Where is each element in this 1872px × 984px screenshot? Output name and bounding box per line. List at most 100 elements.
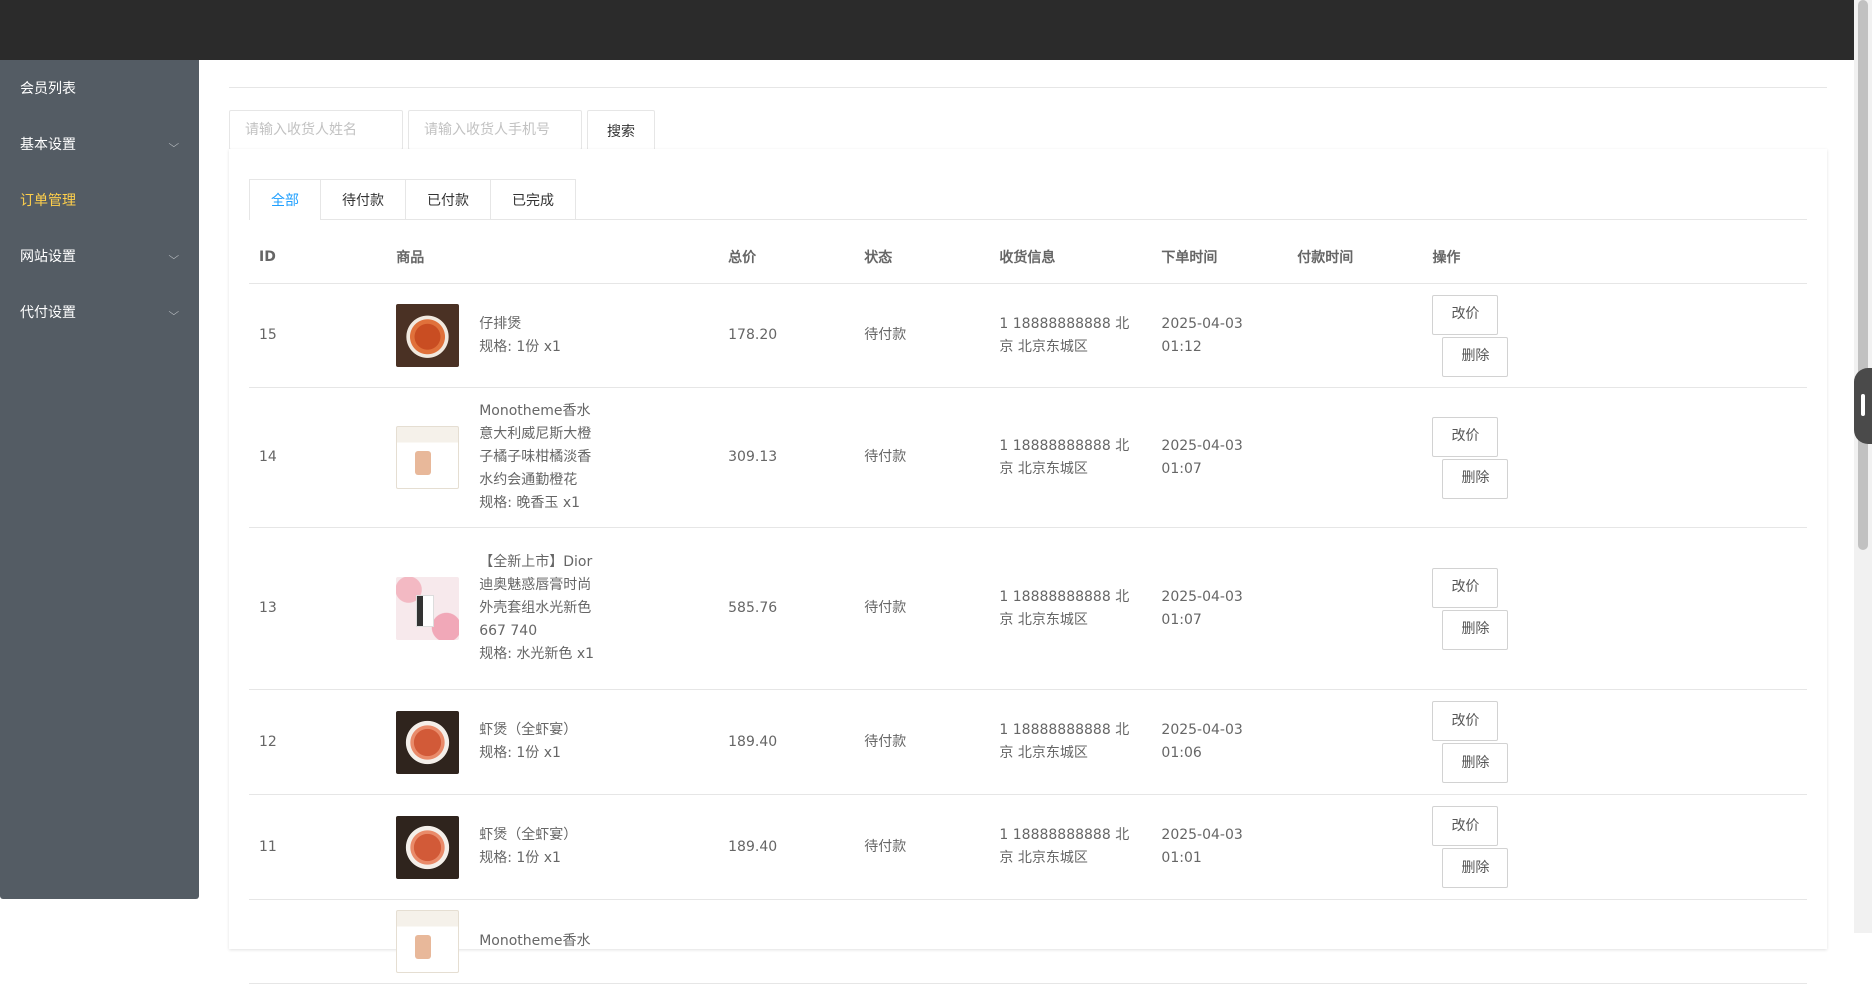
sidebar-item-member-list[interactable]: 会员列表 (0, 60, 199, 116)
order-status: 待付款 (854, 689, 990, 795)
product-image (396, 710, 460, 774)
search-button[interactable]: 搜索 (587, 110, 655, 152)
tab-all[interactable]: 全部 (249, 179, 321, 220)
order-total: 189.40 (718, 794, 855, 900)
delete-button[interactable]: 删除 (1442, 848, 1509, 888)
table-row: Monotheme香水 (249, 899, 1807, 984)
sidebar-item-site-settings[interactable]: 网站设置 ⌵ (0, 228, 199, 284)
table-row: 14 Monotheme香水 意大利威尼斯大橙 子橘子味柑橘淡香 水约会通勤橙花… (249, 387, 1807, 528)
product-spec: 规格: 水光新色 x1 (479, 646, 595, 662)
order-time: 2025-04-03 01:07 (1151, 527, 1288, 690)
receiver-phone-input[interactable] (408, 110, 582, 150)
main-content: 搜索 全部 待付款 已付款 已完成 ID 商品 总价 状态 收货信息 下单时间 (229, 60, 1827, 984)
delete-button[interactable]: 删除 (1442, 743, 1509, 783)
order-id: 13 (249, 527, 387, 690)
divider (229, 87, 1827, 88)
receiver-info: 1 18888888888 北京 北京东城区 (999, 437, 1130, 477)
order-time: 2025-04-03 01:07 (1151, 387, 1288, 528)
pay-time (1287, 527, 1423, 690)
row-actions: 改价 删除 (1432, 567, 1797, 650)
order-status: 待付款 (854, 387, 990, 528)
product-image (396, 577, 460, 640)
scrollbar-thumb[interactable] (1858, 0, 1868, 550)
product-spec: 规格: 晚香玉 x1 (479, 495, 581, 511)
table-row: 11 虾煲（全虾宴） 规格: 1份 x1 189.40 待付款 1 188888… (249, 794, 1807, 900)
sidebar-item-label: 基本设置 (20, 137, 76, 153)
sidebar: 会员列表 基本设置 ⌵ 订单管理 网站设置 ⌵ 代付设置 ⌵ (0, 60, 199, 899)
product-name: 仔排煲 (479, 315, 522, 332)
pay-time (1287, 689, 1423, 795)
product-name: 【全新上市】Dior 迪奥魅惑唇膏时尚 外壳套组水光新色 667 740 (479, 554, 593, 639)
delete-button[interactable]: 删除 (1442, 609, 1509, 650)
table-row: 13 【全新上市】Dior 迪奥魅惑唇膏时尚 外壳套组水光新色 667 740 … (249, 527, 1807, 690)
column-header-id: ID (249, 231, 387, 284)
order-total: 189.40 (718, 689, 855, 795)
pay-time (1287, 387, 1423, 528)
sidebar-item-basic-settings[interactable]: 基本设置 ⌵ (0, 116, 199, 172)
receiver-info: 1 18888888888 北京 北京东城区 (999, 315, 1130, 355)
column-header-goods: 商品 (386, 231, 719, 284)
goods-cell: Monotheme香水 意大利威尼斯大橙 子橘子味柑橘淡香 水约会通勤橙花 规格… (396, 400, 708, 515)
delete-button[interactable]: 删除 (1442, 458, 1509, 499)
sidebar-item-label: 会员列表 (20, 81, 76, 97)
pay-time (1287, 283, 1423, 388)
top-header-bar (0, 0, 1854, 60)
product-name: Monotheme香水 (479, 933, 591, 949)
product-name: Monotheme香水 意大利威尼斯大橙 子橘子味柑橘淡香 水约会通勤橙花 (479, 403, 592, 488)
table-row: 12 虾煲（全虾宴） 规格: 1份 x1 189.40 待付款 1 188888… (249, 689, 1807, 795)
chevron-down-icon: ⌵ (168, 138, 180, 150)
product-image (396, 426, 460, 489)
edit-price-button[interactable]: 改价 (1432, 567, 1499, 608)
row-actions: 改价 删除 (1432, 416, 1797, 499)
goods-cell: 虾煲（全虾宴） 规格: 1份 x1 (396, 710, 708, 774)
side-drawer-handle[interactable] (1854, 368, 1872, 444)
receiver-info: 1 18888888888 北京 北京东城区 (999, 827, 1130, 866)
row-actions: 改价 删除 (1432, 294, 1797, 377)
row-actions: 改价 删除 (1432, 701, 1797, 783)
product-spec: 规格: 1份 x1 (479, 850, 561, 866)
sidebar-item-label: 订单管理 (20, 193, 76, 209)
table-header-row: ID 商品 总价 状态 收货信息 下单时间 付款时间 操作 (249, 231, 1807, 284)
order-id: 12 (249, 689, 387, 795)
order-total: 178.20 (718, 283, 855, 388)
order-total: 585.76 (718, 527, 855, 690)
delete-button[interactable]: 删除 (1442, 336, 1509, 377)
product-name: 虾煲（全虾宴） (479, 827, 578, 843)
tab-paid[interactable]: 已付款 (406, 179, 491, 219)
product-image (396, 815, 460, 879)
order-time: 2025-04-03 01:12 (1151, 283, 1288, 388)
pay-time (1287, 794, 1423, 900)
search-bar: 搜索 (229, 110, 655, 152)
table-row: 15 仔排煲 规格: 1份 x1 178.20 待付款 1 1888888888… (249, 283, 1807, 388)
row-actions: 改价 删除 (1432, 806, 1797, 888)
sidebar-item-proxy-pay-settings[interactable]: 代付设置 ⌵ (0, 284, 199, 340)
tab-completed[interactable]: 已完成 (491, 179, 576, 219)
receiver-info: 1 18888888888 北京 北京东城区 (999, 588, 1130, 628)
product-image (396, 910, 460, 973)
order-id: 15 (249, 283, 387, 388)
edit-price-button[interactable]: 改价 (1432, 416, 1499, 457)
order-total: 309.13 (718, 387, 855, 528)
column-header-pay-time: 付款时间 (1287, 231, 1423, 284)
sidebar-item-order-management[interactable]: 订单管理 (0, 172, 199, 228)
product-spec: 规格: 1份 x1 (479, 338, 561, 355)
orders-card: 全部 待付款 已付款 已完成 ID 商品 总价 状态 收货信息 下单时间 付款时… (229, 149, 1827, 984)
order-status: 待付款 (854, 527, 990, 690)
order-status: 待付款 (854, 794, 990, 900)
edit-price-button[interactable]: 改价 (1432, 701, 1499, 741)
product-name: 虾煲（全虾宴） (479, 722, 578, 738)
edit-price-button[interactable]: 改价 (1432, 806, 1499, 846)
tab-pending-payment[interactable]: 待付款 (321, 179, 406, 219)
receiver-name-input[interactable] (229, 110, 403, 150)
order-time: 2025-04-03 01:06 (1151, 689, 1288, 795)
sidebar-item-label: 代付设置 (20, 305, 76, 321)
chevron-down-icon: ⌵ (168, 306, 180, 318)
goods-cell: 【全新上市】Dior 迪奥魅惑唇膏时尚 外壳套组水光新色 667 740 规格:… (396, 551, 708, 666)
product-spec: 规格: 1份 x1 (479, 745, 561, 761)
orders-table: ID 商品 总价 状态 收货信息 下单时间 付款时间 操作 15 仔排煲 规格:… (249, 231, 1807, 984)
chevron-down-icon: ⌵ (168, 250, 180, 262)
sidebar-item-label: 网站设置 (20, 249, 76, 265)
edit-price-button[interactable]: 改价 (1432, 294, 1499, 335)
goods-cell: 虾煲（全虾宴） 规格: 1份 x1 (396, 815, 708, 879)
goods-cell: 仔排煲 规格: 1份 x1 (396, 304, 708, 367)
